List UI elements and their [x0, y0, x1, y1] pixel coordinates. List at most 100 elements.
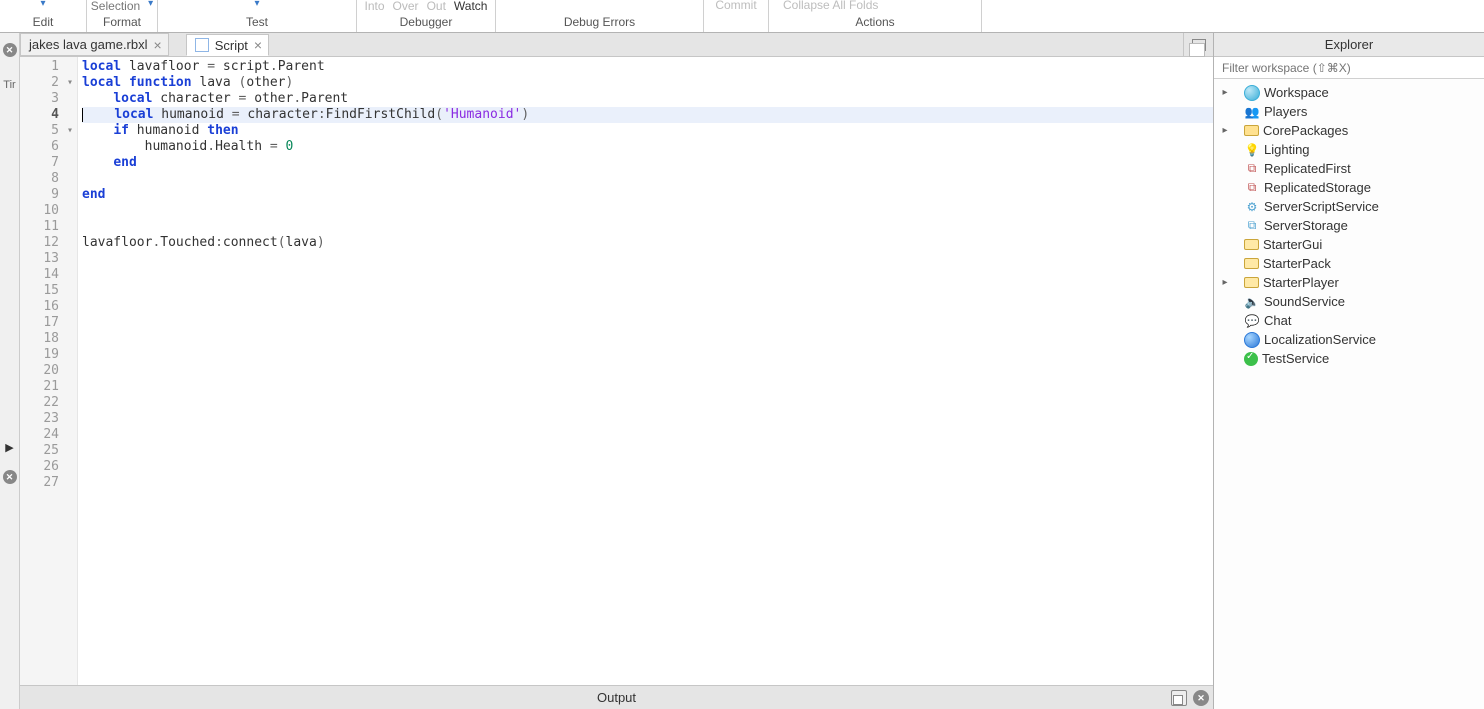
line-number: 8 — [20, 171, 73, 187]
ribbon-label-test: Test — [158, 15, 356, 29]
explorer-node-label: Players — [1264, 104, 1307, 119]
code-line[interactable]: humanoid.Health = 0 — [82, 139, 1213, 155]
explorer-node-workspace[interactable]: ▸Workspace — [1214, 83, 1484, 102]
tab-close-icon[interactable]: × — [254, 40, 262, 50]
code-line[interactable] — [82, 251, 1213, 267]
explorer-filter-input[interactable] — [1214, 57, 1484, 78]
code-line[interactable]: if humanoid then — [82, 123, 1213, 139]
code-line[interactable] — [82, 283, 1213, 299]
code-line[interactable] — [82, 347, 1213, 363]
dropdown-arrow-icon[interactable]: ▾ — [40, 0, 45, 10]
explorer-node-serverstorage[interactable]: ⧉ServerStorage — [1214, 216, 1484, 235]
line-number: 6 — [20, 139, 73, 155]
tab-close-icon[interactable]: × — [154, 40, 162, 50]
output-panel-header[interactable]: Output ✕ — [20, 685, 1213, 709]
tree-expand-arrow-icon[interactable]: ▸ — [1220, 87, 1230, 98]
explorer-node-replicatedfirst[interactable]: ⧉ReplicatedFirst — [1214, 159, 1484, 178]
code-line[interactable] — [82, 411, 1213, 427]
explorer-panel: Explorer ▸Workspace👥Players▸CorePackages… — [1214, 33, 1484, 709]
ribbon-group-format[interactable]: Selection▾ Format — [87, 0, 157, 32]
debugger-step-into[interactable]: Into — [365, 0, 385, 12]
line-number: 19 — [20, 347, 73, 363]
explorer-node-soundservice[interactable]: 🔈SoundService — [1214, 292, 1484, 311]
explorer-node-label: ReplicatedStorage — [1264, 180, 1371, 195]
explorer-node-label: StarterPack — [1263, 256, 1331, 271]
expand-arrow-icon[interactable]: ▶ — [5, 441, 13, 454]
code-line[interactable] — [82, 395, 1213, 411]
output-popout-button[interactable] — [1171, 690, 1187, 706]
code-line[interactable]: local lavafloor = script.Parent — [82, 59, 1213, 75]
code-line[interactable] — [82, 459, 1213, 475]
explorer-node-startergui[interactable]: StarterGui — [1214, 235, 1484, 254]
dropdown-arrow-icon[interactable]: ▾ — [148, 0, 153, 10]
serverstorage-icon: ⧉ — [1244, 218, 1260, 234]
tree-expand-arrow-icon[interactable]: ▸ — [1220, 277, 1230, 288]
code-line[interactable]: local function lava (other) — [82, 75, 1213, 91]
dropdown-arrow-icon[interactable]: ▾ — [254, 0, 259, 10]
output-close-button[interactable]: ✕ — [1193, 690, 1209, 706]
code-line[interactable]: local character = other.Parent — [82, 91, 1213, 107]
tab-script[interactable]: Script × — [186, 34, 269, 56]
explorer-node-label: StarterPlayer — [1263, 275, 1339, 290]
code-line[interactable] — [82, 331, 1213, 347]
explorer-node-serverscriptservice[interactable]: ⚙ServerScriptService — [1214, 197, 1484, 216]
explorer-node-corepackages[interactable]: ▸ CorePackages — [1214, 121, 1484, 140]
close-panel-icon[interactable]: ✕ — [3, 470, 17, 484]
code-editor[interactable]: 1234567891011121314151617181920212223242… — [20, 57, 1213, 685]
tab-script-label: Script — [215, 38, 248, 53]
code-line[interactable]: local humanoid = character:FindFirstChil… — [82, 107, 1213, 123]
ribbon-group-test[interactable]: ▾ Test — [158, 0, 356, 32]
ribbon-commit-button[interactable]: Commit — [704, 0, 768, 32]
collapse-all-folds-button[interactable]: Collapse All Folds — [783, 0, 869, 12]
explorer-node-localizationservice[interactable]: LocalizationService — [1214, 330, 1484, 349]
explorer-node-players[interactable]: 👥Players — [1214, 102, 1484, 121]
startergui-icon — [1244, 239, 1259, 250]
code-line[interactable] — [82, 363, 1213, 379]
explorer-node-label: CorePackages — [1263, 123, 1348, 138]
code-line[interactable]: end — [82, 155, 1213, 171]
debugger-step-over[interactable]: Over — [393, 0, 419, 12]
ribbon-group-edit[interactable]: ▾ Edit — [0, 0, 86, 32]
code-line[interactable] — [82, 475, 1213, 491]
debugger-step-out[interactable]: Out — [427, 0, 446, 12]
localizationservice-icon — [1244, 332, 1260, 348]
code-line[interactable] — [82, 219, 1213, 235]
ribbon-label-actions: Actions — [769, 15, 981, 29]
code-line[interactable] — [82, 315, 1213, 331]
tree-expand-arrow-icon[interactable]: ▸ — [1220, 125, 1230, 136]
explorer-node-starterpack[interactable]: StarterPack — [1214, 254, 1484, 273]
explorer-filter[interactable] — [1214, 57, 1484, 79]
close-panel-icon[interactable]: ✕ — [3, 43, 17, 57]
code-line[interactable] — [82, 299, 1213, 315]
line-number: 16 — [20, 299, 73, 315]
explorer-node-lighting[interactable]: 💡Lighting — [1214, 140, 1484, 159]
tab-file[interactable]: jakes lava game.rbxl × — [20, 33, 169, 56]
explorer-node-chat[interactable]: 💬Chat — [1214, 311, 1484, 330]
testservice-icon — [1244, 352, 1258, 366]
explorer-node-replicatedstorage[interactable]: ⧉ReplicatedStorage — [1214, 178, 1484, 197]
code-line[interactable] — [82, 267, 1213, 283]
debugger-watch[interactable]: Watch — [454, 0, 488, 12]
code-line[interactable] — [82, 427, 1213, 443]
code-line[interactable] — [82, 379, 1213, 395]
tab-popout-button[interactable] — [1183, 33, 1213, 56]
explorer-node-label: StarterGui — [1263, 237, 1322, 252]
explorer-node-starterplayer[interactable]: ▸ StarterPlayer — [1214, 273, 1484, 292]
code-area[interactable]: local lavafloor = script.Parentlocal fun… — [78, 57, 1213, 685]
explorer-tree[interactable]: ▸Workspace👥Players ▸ CorePackages 💡Lighting… — [1214, 79, 1484, 709]
explorer-node-label: SoundService — [1264, 294, 1345, 309]
code-line[interactable] — [82, 203, 1213, 219]
code-line[interactable] — [82, 171, 1213, 187]
explorer-node-testservice[interactable]: TestService — [1214, 349, 1484, 368]
line-number: 5 — [20, 123, 73, 139]
format-selection-label[interactable]: Selection — [91, 0, 140, 12]
explorer-node-label: Lighting — [1264, 142, 1310, 157]
line-number: 21 — [20, 379, 73, 395]
code-line[interactable] — [82, 443, 1213, 459]
code-line[interactable]: lavafloor.Touched:connect(lava) — [82, 235, 1213, 251]
document-tabbar: jakes lava game.rbxl × Script × — [20, 33, 1213, 57]
line-number: 7 — [20, 155, 73, 171]
ribbon-group-debug-errors[interactable]: Debug Errors — [496, 0, 703, 32]
code-line[interactable]: end — [82, 187, 1213, 203]
line-number: 4 — [20, 107, 73, 123]
